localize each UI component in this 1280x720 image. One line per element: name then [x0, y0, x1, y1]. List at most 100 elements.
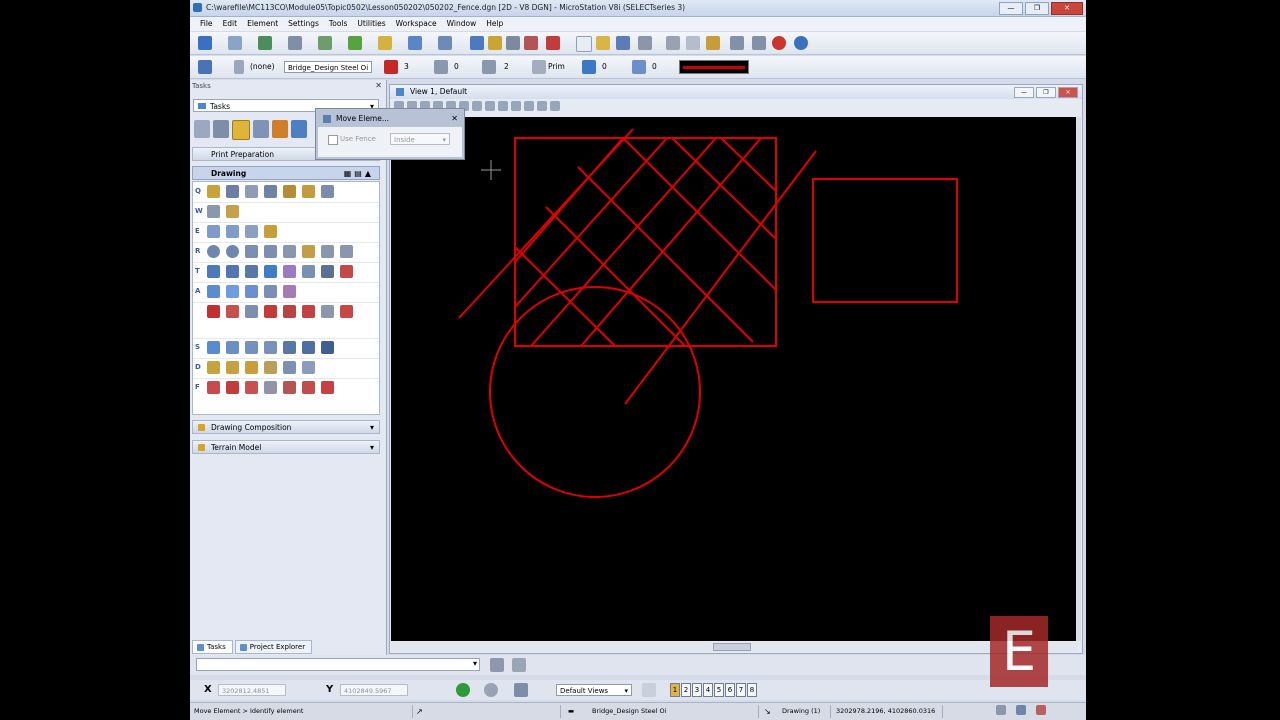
- style-value[interactable]: 0: [454, 62, 459, 71]
- crosshatch-icon[interactable]: [245, 265, 258, 278]
- undo-icon[interactable]: [730, 36, 744, 50]
- place-ellipse-icon[interactable]: [226, 245, 239, 258]
- terminator-icon[interactable]: [207, 361, 220, 374]
- maximize-button[interactable]: ❐: [1025, 2, 1049, 15]
- match-pattern-icon[interactable]: [321, 265, 334, 278]
- measure-icon[interactable]: [438, 36, 452, 50]
- class-value[interactable]: Prim: [548, 62, 565, 71]
- menu-tools[interactable]: Tools: [329, 17, 347, 31]
- linestyle-icon[interactable]: [434, 60, 448, 74]
- section-terrain-model[interactable]: Terrain Model ▾: [192, 440, 380, 454]
- x-coordinate-field[interactable]: 3202812.4851: [218, 684, 286, 696]
- active-color-swatch[interactable]: [679, 60, 749, 74]
- spell-checker-icon[interactable]: [264, 305, 277, 318]
- menu-workspace[interactable]: Workspace: [396, 17, 437, 31]
- copy-view-icon[interactable]: [537, 101, 547, 111]
- color-icon[interactable]: [384, 60, 398, 74]
- locks-icon[interactable]: [484, 683, 498, 697]
- manipulate-icon[interactable]: [253, 120, 269, 138]
- place-polygon-icon[interactable]: [264, 225, 277, 238]
- display-text-icon[interactable]: [340, 305, 353, 318]
- menu-element[interactable]: Element: [247, 17, 278, 31]
- drawing-boundary-icon[interactable]: [264, 381, 277, 394]
- ellipse-dimension-icon[interactable]: [302, 361, 315, 374]
- edit-text-icon[interactable]: [226, 305, 239, 318]
- view-groups-icon[interactable]: [642, 683, 656, 697]
- select-element-icon[interactable]: [194, 120, 210, 138]
- square-shape[interactable]: [812, 178, 958, 303]
- horizontal-scrollbar[interactable]: [391, 642, 1078, 652]
- level-dropdown[interactable]: Bridge_Design Steel Oi: [284, 61, 372, 73]
- panel-close-icon[interactable]: ✕: [375, 81, 382, 90]
- place-point-icon[interactable]: [264, 185, 277, 198]
- accudraw-icon[interactable]: [512, 658, 526, 672]
- paste-icon[interactable]: [706, 36, 720, 50]
- lock-icon[interactable]: [245, 285, 258, 298]
- place-block-icon[interactable]: [207, 225, 220, 238]
- minimize-button[interactable]: —: [999, 2, 1023, 15]
- clear-icon[interactable]: [546, 36, 560, 50]
- sheet-index-icon[interactable]: [321, 381, 334, 394]
- interior-elevation-icon[interactable]: [283, 381, 296, 394]
- attributes-icon[interactable]: [198, 60, 212, 74]
- weight-icon[interactable]: [482, 60, 496, 74]
- view-1-button[interactable]: 1: [670, 683, 680, 697]
- status-selection[interactable]: Drawing (1): [782, 707, 820, 715]
- priority-value[interactable]: 0: [652, 62, 657, 71]
- pattern-icon[interactable]: [207, 265, 220, 278]
- hatch-line[interactable]: [530, 137, 717, 347]
- hatch-line[interactable]: [580, 137, 762, 347]
- tab-project-explorer[interactable]: Project Explorer: [234, 640, 313, 654]
- cut-icon[interactable]: [666, 36, 680, 50]
- table-icon[interactable]: [321, 341, 334, 354]
- modify-arc-icon[interactable]: [283, 245, 296, 258]
- unlock-icon[interactable]: [264, 285, 277, 298]
- copy-icon[interactable]: [686, 36, 700, 50]
- open-file-icon[interactable]: [596, 36, 610, 50]
- references-icon[interactable]: [288, 36, 302, 50]
- move-tool-icon[interactable]: [232, 120, 250, 140]
- delete-pattern-icon[interactable]: [283, 265, 296, 278]
- transparency-value[interactable]: 0: [602, 62, 607, 71]
- security-icon[interactable]: [1036, 705, 1046, 715]
- class-icon[interactable]: [532, 60, 546, 74]
- new-file-icon[interactable]: [576, 36, 592, 52]
- angle-dimension-icon[interactable]: [245, 361, 258, 374]
- clip-volume-icon[interactable]: [550, 101, 560, 111]
- vertical-scrollbar[interactable]: [1076, 117, 1081, 641]
- status-level[interactable]: Bridge_Design Steel Oi: [592, 707, 666, 715]
- group-holes-icon[interactable]: [283, 285, 296, 298]
- snap-icon[interactable]: [456, 683, 470, 697]
- bentley-icon[interactable]: [772, 36, 786, 50]
- menu-settings[interactable]: Settings: [288, 17, 319, 31]
- dimension-ordinate-icon[interactable]: [283, 341, 296, 354]
- place-arc-icon[interactable]: [245, 185, 258, 198]
- place-half-ellipse-icon[interactable]: [264, 245, 277, 258]
- view-2-button[interactable]: 2: [681, 683, 691, 697]
- arc-angle-icon[interactable]: [321, 245, 334, 258]
- levels-icon[interactable]: [348, 36, 362, 50]
- view-6-button[interactable]: 6: [725, 683, 735, 697]
- hatch-line[interactable]: [720, 137, 777, 192]
- construct-angle-icon[interactable]: [226, 205, 239, 218]
- view-8-button[interactable]: 8: [747, 683, 757, 697]
- view-close-button[interactable]: ✕: [1058, 87, 1078, 98]
- show-pattern-icon[interactable]: [302, 265, 315, 278]
- place-smartline-icon[interactable]: [207, 185, 220, 198]
- groups-icon[interactable]: [291, 120, 307, 138]
- close-button[interactable]: ✕: [1051, 2, 1083, 15]
- models-icon[interactable]: [258, 36, 272, 50]
- place-curve-icon[interactable]: [302, 185, 315, 198]
- menu-edit[interactable]: Edit: [223, 17, 238, 31]
- place-text-icon[interactable]: [207, 305, 220, 318]
- weight-value[interactable]: 2: [504, 62, 509, 71]
- view-7-button[interactable]: 7: [736, 683, 746, 697]
- modify-icon[interactable]: [272, 120, 288, 138]
- print-organizer-icon[interactable]: [524, 36, 538, 50]
- design-history-icon[interactable]: [1016, 705, 1026, 715]
- circle-element[interactable]: [489, 286, 701, 498]
- level-display-icon[interactable]: [378, 36, 392, 50]
- view-mode-icons[interactable]: ▦▤▲: [344, 167, 374, 180]
- title-text-icon[interactable]: [302, 381, 315, 394]
- view-minimize-button[interactable]: —: [1014, 87, 1034, 98]
